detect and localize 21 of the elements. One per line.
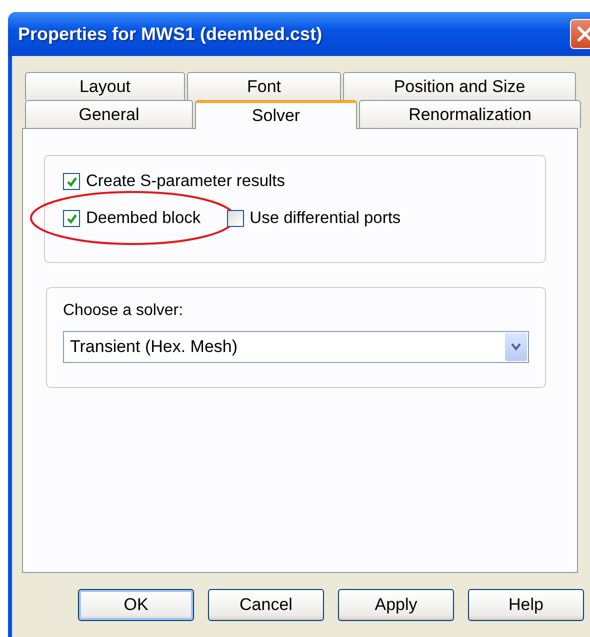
dialog-button[interactable]: Help bbox=[468, 589, 584, 621]
chevron-down-icon bbox=[511, 343, 521, 351]
dialog-button[interactable]: OK bbox=[78, 589, 194, 621]
close-icon bbox=[577, 26, 590, 42]
tab[interactable]: Font bbox=[187, 72, 341, 100]
tab[interactable]: Renormalization bbox=[359, 100, 581, 128]
checkbox[interactable] bbox=[63, 173, 80, 190]
solver-dropdown[interactable]: Transient (Hex. Mesh) bbox=[63, 331, 529, 363]
tab[interactable]: Position and Size bbox=[343, 72, 576, 100]
tab[interactable]: Solver bbox=[195, 100, 357, 129]
dialog-button[interactable]: Apply bbox=[338, 589, 454, 621]
checkbox-label: Use differential ports bbox=[250, 209, 401, 228]
checkbox[interactable] bbox=[63, 210, 80, 227]
tab[interactable]: General bbox=[25, 100, 193, 128]
tab[interactable]: Layout bbox=[25, 72, 185, 100]
window-title: Properties for MWS1 (deembed.cst) bbox=[18, 24, 322, 44]
solver-label: Choose a solver: bbox=[63, 302, 184, 320]
dialog-button[interactable]: Cancel bbox=[208, 589, 324, 621]
checkbox-label: Create S-parameter results bbox=[86, 172, 285, 191]
checkbox[interactable] bbox=[226, 210, 244, 227]
checkbox-label: Deembed block bbox=[86, 209, 201, 228]
